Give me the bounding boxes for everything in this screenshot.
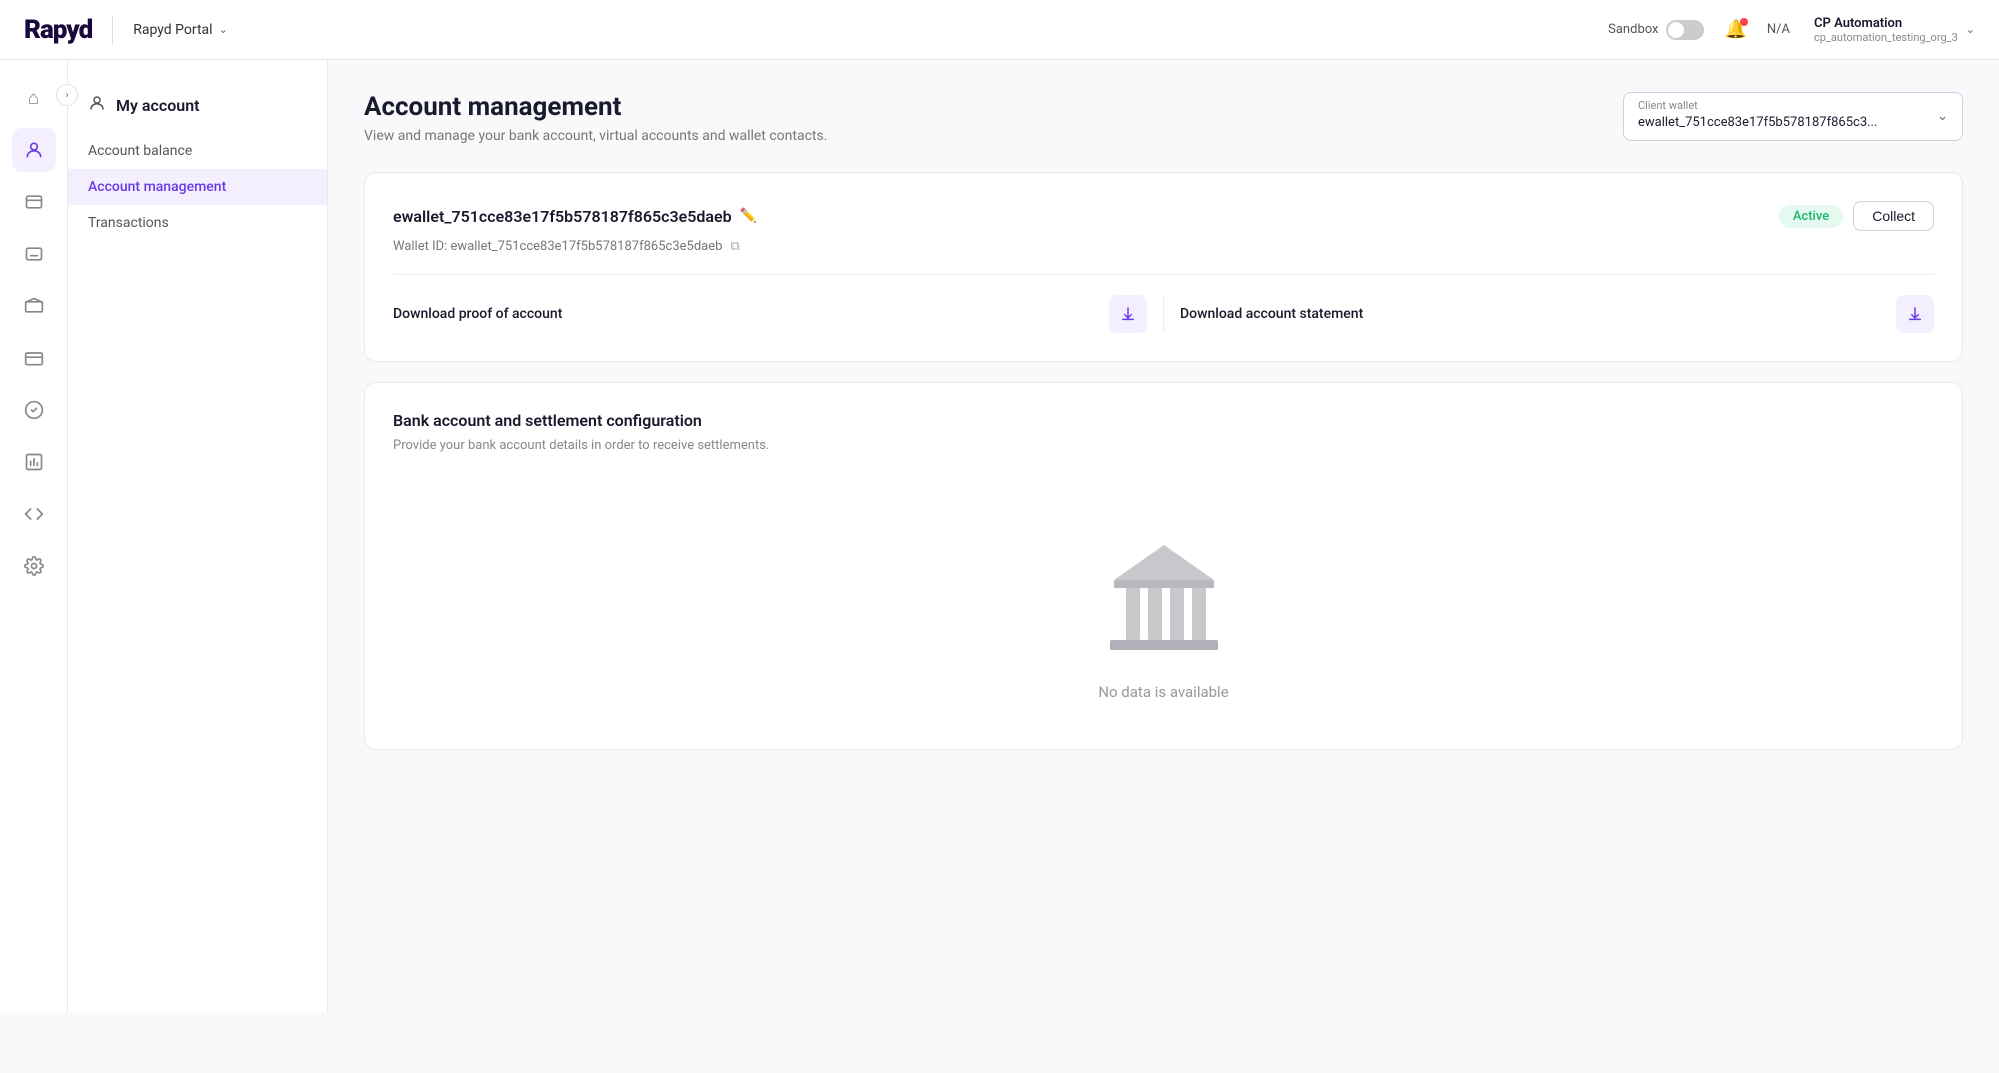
sandbox-toggle: Sandbox [1608,20,1704,40]
topbar-divider [112,16,113,44]
bank-section-subtitle: Provide your bank account details in ord… [393,438,1934,453]
collapse-button[interactable]: › [56,84,78,106]
left-nav: My account Account balance Account manag… [68,60,328,1013]
page-title: Account management [364,92,827,122]
user-details: CP Automation cp_automation_testing_org_… [1814,16,1958,44]
edit-wallet-icon[interactable]: ✏️ [740,208,757,224]
sidebar-item-account-management[interactable]: Account management [68,169,327,205]
sidebar-item-transactions[interactable]: Transactions [68,205,327,241]
nav-icon-reports[interactable] [12,440,56,484]
nav-section-header: My account [68,84,327,133]
download-statement-item: Download account statement [1180,295,1934,333]
nav-icon-api[interactable] [12,492,56,536]
wallet-actions: Active Collect [1779,201,1934,231]
nav-icon-settings[interactable] [12,544,56,588]
topbar: Rapyd Rapyd Portal ⌄ Sandbox 🔔 N/A CP Au… [0,0,1999,60]
wallet-card: ewallet_751cce83e17f5b578187f865c3e5daeb… [364,172,1963,362]
bank-building-icon [1094,525,1234,665]
collect-button[interactable]: Collect [1853,201,1934,231]
portal-label: Rapyd Portal [133,22,212,38]
sandbox-toggle-thumb [1668,22,1684,38]
nav-user-icon [88,94,106,117]
topbar-left: Rapyd Rapyd Portal ⌄ [24,15,228,45]
nav-icon-home[interactable]: ⌂ [12,76,56,120]
download-row-divider [1163,296,1164,332]
user-name: CP Automation [1814,16,1902,31]
nav-icon-wallets[interactable] [12,284,56,328]
wallet-name: ewallet_751cce83e17f5b578187f865c3e5daeb… [393,207,757,226]
status-badge: Active [1779,205,1843,228]
nav-icon-payouts[interactable] [12,232,56,276]
bank-account-card: Bank account and settlement configuratio… [364,382,1963,750]
layout: › ⌂ [0,60,1999,1013]
sidebar-item-account-balance[interactable]: Account balance [68,133,327,169]
sandbox-label: Sandbox [1608,22,1658,37]
sidebar-icons: › ⌂ [0,60,68,1013]
copy-wallet-id-icon[interactable]: ⧉ [730,239,739,254]
bank-section-title: Bank account and settlement configuratio… [393,411,1934,430]
wallet-id-row: Wallet ID: ewallet_751cce83e17f5b578187f… [393,239,1934,254]
download-row: Download proof of account Download accou… [393,295,1934,333]
user-chevron-icon: ⌄ [1966,23,1975,36]
notification-bell[interactable]: 🔔 [1724,19,1746,40]
wallet-dropdown-value: ewallet_751cce83e17f5b578187f865c3... [1638,115,1877,130]
sandbox-toggle-track[interactable] [1666,20,1704,40]
main-content: Account management View and manage your … [328,60,1999,1013]
download-proof-item: Download proof of account [393,295,1147,333]
portal-selector[interactable]: Rapyd Portal ⌄ [133,22,228,38]
client-wallet-dropdown[interactable]: Client wallet ewallet_751cce83e17f5b5781… [1623,92,1963,141]
nav-icon-cards[interactable] [12,336,56,380]
card-divider [393,274,1934,275]
nav-section-title: My account [116,96,200,115]
portal-chevron-icon: ⌄ [219,23,228,36]
wallet-dropdown-label: Client wallet [1638,99,1698,112]
page-header-left: Account management View and manage your … [364,92,827,144]
page-subtitle: View and manage your bank account, virtu… [364,128,827,144]
nav-icon-account[interactable] [12,128,56,172]
download-statement-button[interactable] [1896,295,1934,333]
download-statement-label: Download account statement [1180,306,1363,322]
wallet-dropdown-chevron-icon: ⌄ [1937,109,1948,124]
notification-badge [1740,18,1748,26]
nav-icon-compliance[interactable] [12,388,56,432]
logo: Rapyd [24,15,92,45]
user-org: cp_automation_testing_org_3 [1814,31,1958,44]
download-proof-button[interactable] [1109,295,1147,333]
empty-state: No data is available [393,485,1934,721]
wallet-header: ewallet_751cce83e17f5b578187f865c3e5daeb… [393,201,1934,231]
nav-icon-payments[interactable] [12,180,56,224]
user-info[interactable]: CP Automation cp_automation_testing_org_… [1814,16,1975,44]
na-label: N/A [1767,22,1790,37]
download-proof-label: Download proof of account [393,306,562,322]
empty-state-text: No data is available [1098,683,1228,701]
topbar-right: Sandbox 🔔 N/A CP Automation cp_automatio… [1608,16,1975,44]
page-header: Account management View and manage your … [364,92,1963,144]
